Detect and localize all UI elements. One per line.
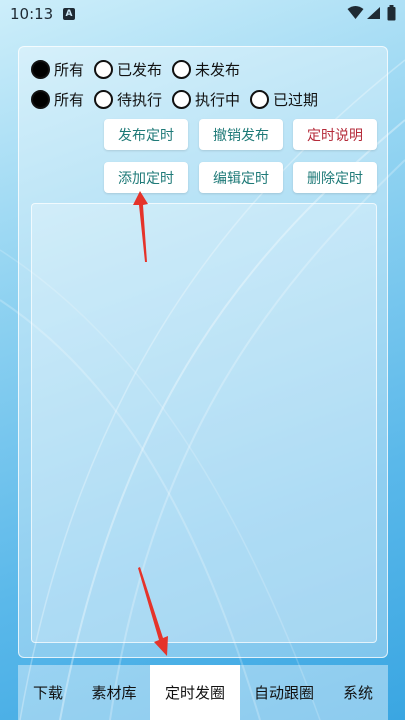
signal-icon (367, 7, 380, 19)
annotation-arrow-up (133, 191, 148, 262)
bottom-tab-bar: 下载 素材库 定时发圈 自动跟圈 系统 (18, 665, 388, 720)
battery-icon (387, 5, 396, 21)
status-bar: 10:13 A (0, 0, 405, 28)
schedule-panel: 所有 已发布 未发布 所有 待执行 执行中 已过期 发布定时 撤销发布 定时说明 (18, 46, 388, 658)
radio-label: 待执行 (117, 90, 163, 109)
task-status-filter: 所有 待执行 执行中 已过期 (31, 87, 328, 111)
publish-schedule-button[interactable]: 发布定时 (104, 119, 188, 150)
radio-expired[interactable]: 已过期 (250, 89, 318, 110)
radio-unpublished[interactable]: 未发布 (172, 59, 240, 80)
schedule-list[interactable] (31, 203, 377, 643)
tab-material-library[interactable]: 素材库 (78, 665, 150, 720)
radio-pending[interactable]: 待执行 (94, 89, 162, 110)
radio-circle (250, 89, 270, 109)
tab-download[interactable]: 下载 (18, 665, 78, 720)
radio-circle (94, 59, 114, 79)
radio-publish-all[interactable]: 所有 (31, 59, 84, 80)
tab-system[interactable]: 系统 (328, 665, 388, 720)
radio-circle (172, 59, 192, 79)
radio-label: 执行中 (195, 90, 241, 109)
radio-circle (31, 89, 50, 109)
radio-task-all[interactable]: 所有 (31, 89, 84, 110)
radio-label: 已发布 (117, 60, 163, 79)
radio-running[interactable]: 执行中 (172, 89, 240, 110)
radio-label: 未发布 (195, 60, 241, 79)
annotation-arrow-down (138, 567, 168, 656)
radio-circle (94, 89, 114, 109)
schedule-help-button[interactable]: 定时说明 (293, 119, 377, 150)
wifi-icon (347, 6, 364, 19)
status-time: 10:13 (10, 5, 54, 23)
tab-scheduled-posts[interactable]: 定时发圈 (150, 665, 240, 720)
radio-label: 所有 (54, 90, 85, 109)
radio-circle (172, 89, 192, 109)
radio-published[interactable]: 已发布 (94, 59, 162, 80)
publish-status-filter: 所有 已发布 未发布 (31, 57, 250, 81)
notification-icon: A (63, 8, 75, 20)
tab-auto-follow[interactable]: 自动跟圈 (240, 665, 328, 720)
radio-label: 所有 (54, 60, 85, 79)
radio-circle (31, 59, 50, 79)
radio-label: 已过期 (273, 90, 319, 109)
edit-schedule-button[interactable]: 编辑定时 (199, 162, 283, 193)
delete-schedule-button[interactable]: 删除定时 (293, 162, 377, 193)
revoke-publish-button[interactable]: 撤销发布 (199, 119, 283, 150)
